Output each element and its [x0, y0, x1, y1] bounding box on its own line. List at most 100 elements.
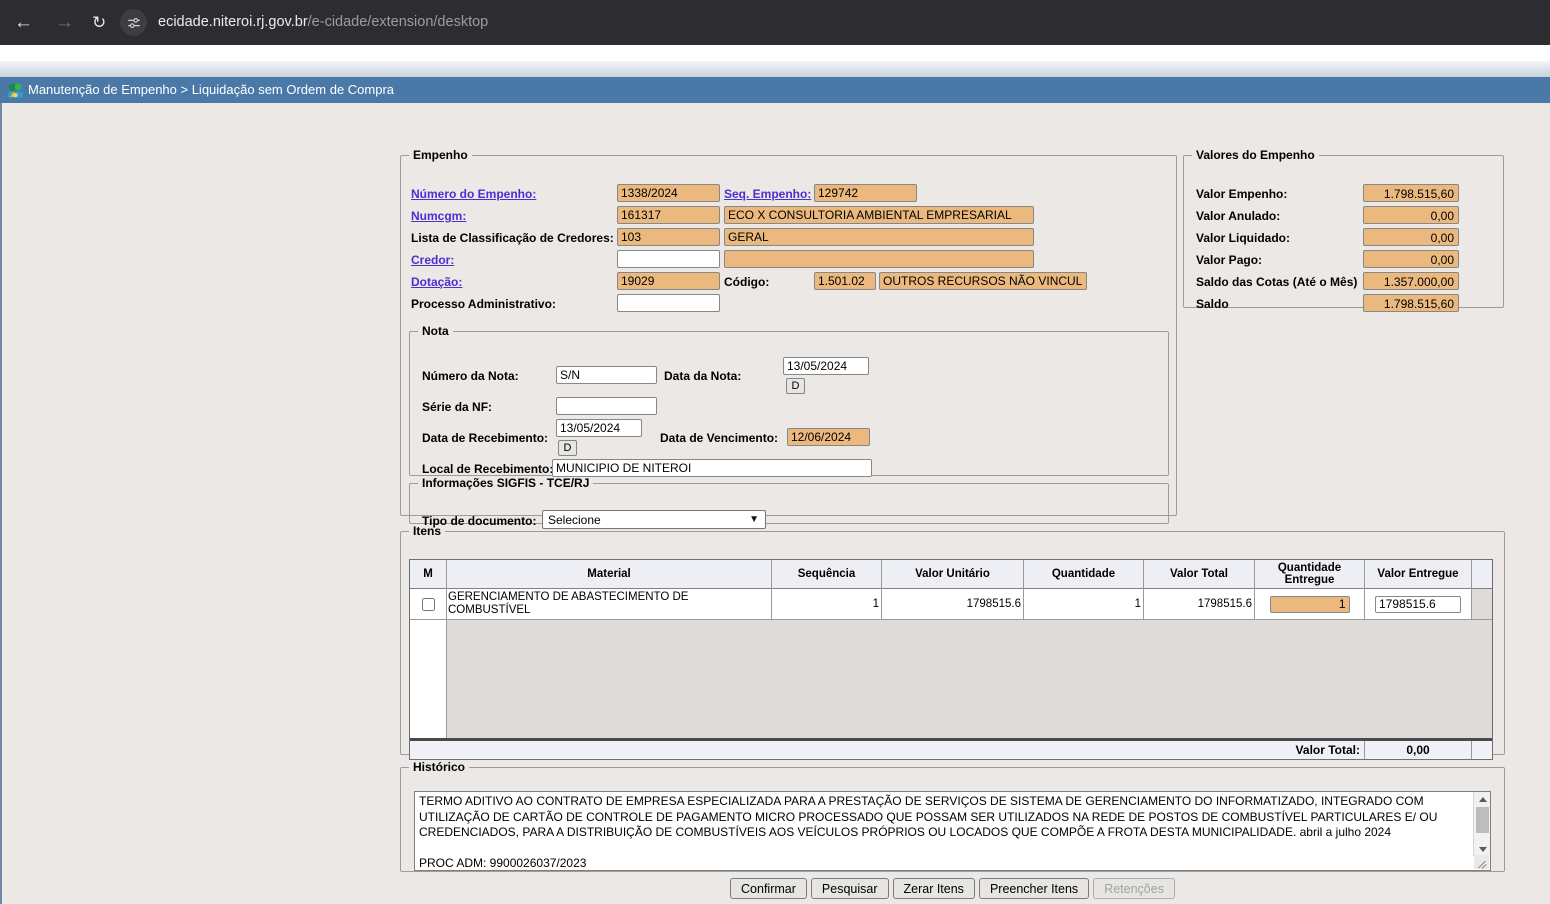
numero-nota-label: Número da Nota:	[422, 369, 519, 383]
back-icon[interactable]: ←	[14, 0, 33, 45]
numero-nota-input[interactable]	[556, 366, 657, 384]
historico-textarea[interactable]: TERMO ADITIVO AO CONTRATO DE EMPRESA ESP…	[414, 791, 1491, 871]
historico-text: TERMO ADITIVO AO CONTRATO DE EMPRESA ESP…	[419, 794, 1471, 868]
row-valor-total: 1798515.6	[1144, 589, 1255, 620]
header-valor-entregue: Valor Entregue	[1365, 560, 1472, 589]
saldo-cotas-value[interactable]	[1363, 272, 1459, 290]
dotacao-link[interactable]: Dotação:	[411, 275, 462, 289]
zerar-itens-button[interactable]: Zerar Itens	[893, 878, 975, 899]
credor-nome-input[interactable]	[724, 250, 1034, 268]
screen: ← → ↻ ecidade.niteroi.rj.gov.br/e-cidade…	[0, 0, 1550, 904]
numcgm-link[interactable]: Numcgm:	[411, 209, 466, 223]
valor-entregue-input[interactable]	[1375, 596, 1461, 613]
itens-header-row: M Material Sequência Valor Unitário Quan…	[410, 560, 1492, 589]
local-recebimento-input[interactable]	[552, 459, 872, 477]
numero-empenho-link[interactable]: Número do Empenho:	[411, 187, 536, 201]
scrollbar-thumb[interactable]	[1476, 807, 1489, 833]
valor-pago-value[interactable]	[1363, 250, 1459, 268]
pesquisar-button[interactable]: Pesquisar	[811, 878, 889, 899]
top-gradient-strip	[0, 61, 1550, 77]
row-quantidade: 1	[1024, 589, 1144, 620]
row-checkbox[interactable]	[422, 598, 435, 611]
processo-label: Processo Administrativo:	[411, 297, 556, 311]
saldo-value[interactable]	[1363, 294, 1459, 312]
data-vencimento-label: Data de Vencimento:	[660, 431, 778, 445]
preencher-itens-button[interactable]: Preencher Itens	[979, 878, 1089, 899]
header-material: Material	[447, 560, 772, 589]
valores-legend: Valores do Empenho	[1192, 148, 1319, 162]
row-valor-unitario: 1798515.6	[882, 589, 1024, 620]
row-scroll-spacer	[1472, 589, 1492, 620]
data-recebimento-label: Data de Recebimento:	[422, 431, 548, 445]
itens-fieldset: Itens M Material Sequência Valor Unitári…	[400, 524, 1505, 755]
valor-liquidado-value[interactable]	[1363, 228, 1459, 246]
numcgm-nome-input[interactable]	[724, 206, 1034, 224]
header-quantidade: Quantidade	[1024, 560, 1144, 589]
codigo-input[interactable]	[814, 272, 876, 290]
resize-grip-icon[interactable]	[1474, 855, 1489, 869]
footer-valor-total-label: Valor Total:	[410, 741, 1365, 759]
row-valor-entregue-cell	[1365, 589, 1472, 620]
header-valor-total: Valor Total	[1144, 560, 1255, 589]
page-body: Empenho Número do Empenho: Seq. Empenho:…	[0, 103, 1550, 904]
valor-liquidado-label: Valor Liquidado:	[1196, 231, 1290, 245]
lista-credores-input[interactable]	[617, 228, 720, 246]
lista-credores-nome-input[interactable]	[724, 228, 1034, 246]
url-domain: ecidade.niteroi.rj.gov.br	[158, 14, 308, 30]
address-bar[interactable]: ecidade.niteroi.rj.gov.br/e-cidade/exten…	[158, 0, 488, 45]
form-actions: Confirmar Pesquisar Zerar Itens Preenche…	[400, 878, 1505, 899]
codigo-nome-input[interactable]	[879, 272, 1087, 290]
nota-legend: Nota	[418, 324, 453, 338]
historico-scrollbar[interactable]	[1473, 792, 1490, 856]
quantidade-entregue-input[interactable]	[1270, 596, 1350, 613]
itens-footer-row: Valor Total: 0,00	[410, 741, 1492, 759]
row-quantidade-entregue-cell	[1255, 589, 1365, 620]
lista-credores-label: Lista de Classificação de Credores:	[411, 231, 614, 245]
numero-empenho-input[interactable]	[617, 184, 720, 202]
scroll-up-icon[interactable]	[1475, 792, 1490, 806]
valor-empenho-label: Valor Empenho:	[1196, 187, 1287, 201]
dotacao-input[interactable]	[617, 272, 720, 290]
footer-valor-total-value: 0,00	[1365, 741, 1472, 759]
seq-empenho-input[interactable]	[814, 184, 917, 202]
historico-fieldset: Histórico TERMO ADITIVO AO CONTRATO DE E…	[400, 760, 1505, 872]
credor-link[interactable]: Credor:	[411, 253, 454, 267]
header-sequencia: Sequência	[772, 560, 882, 589]
confirmar-button[interactable]: Confirmar	[730, 878, 807, 899]
processo-input[interactable]	[617, 294, 720, 312]
reload-icon[interactable]: ↻	[92, 0, 106, 45]
row-material: GERENCIAMENTO DE ABASTECIMENTO DE COMBUS…	[447, 589, 772, 620]
local-recebimento-label: Local de Recebimento:	[422, 462, 553, 476]
valor-empenho-value[interactable]	[1363, 184, 1459, 202]
row-sequencia: 1	[772, 589, 882, 620]
seq-empenho-link[interactable]: Seq. Empenho:	[724, 187, 811, 201]
page-title: Manutenção de Empenho > Liquidação sem O…	[28, 77, 394, 103]
numcgm-input[interactable]	[617, 206, 720, 224]
data-recebimento-calendar-button[interactable]: D	[558, 440, 577, 456]
site-settings-chip[interactable]	[120, 9, 147, 36]
data-nota-input[interactable]	[783, 357, 869, 375]
frozen-column-background	[410, 620, 447, 738]
historico-legend: Histórico	[409, 760, 469, 774]
itens-legend: Itens	[409, 524, 445, 538]
data-recebimento-input[interactable]	[556, 419, 642, 437]
codigo-label: Código:	[724, 275, 769, 289]
scroll-down-icon[interactable]	[1475, 842, 1490, 856]
app-title-bar: Manutenção de Empenho > Liquidação sem O…	[0, 77, 1550, 103]
forward-icon[interactable]: →	[55, 0, 74, 45]
data-nota-calendar-button[interactable]: D	[786, 378, 805, 394]
saldo-cotas-label: Saldo das Cotas (Até o Mês)	[1196, 275, 1357, 289]
serie-nf-input[interactable]	[556, 397, 657, 415]
valores-fieldset: Valores do Empenho Valor Empenho: Valor …	[1183, 148, 1504, 308]
serie-nf-label: Série da NF:	[422, 400, 492, 414]
sigfis-fieldset: Informações SIGFIS - TCE/RJ Tipo de docu…	[409, 476, 1169, 524]
valor-pago-label: Valor Pago:	[1196, 253, 1262, 267]
credor-input[interactable]	[617, 250, 720, 268]
top-white-strip	[0, 45, 1550, 61]
nota-fieldset: Nota Número da Nota: Data da Nota: D Sér…	[409, 324, 1169, 476]
header-scroll-spacer	[1472, 560, 1492, 589]
data-vencimento-input[interactable]	[787, 428, 870, 446]
valor-anulado-value[interactable]	[1363, 206, 1459, 224]
empenho-fieldset: Empenho Número do Empenho: Seq. Empenho:…	[400, 148, 1177, 516]
valor-anulado-label: Valor Anulado:	[1196, 209, 1280, 223]
